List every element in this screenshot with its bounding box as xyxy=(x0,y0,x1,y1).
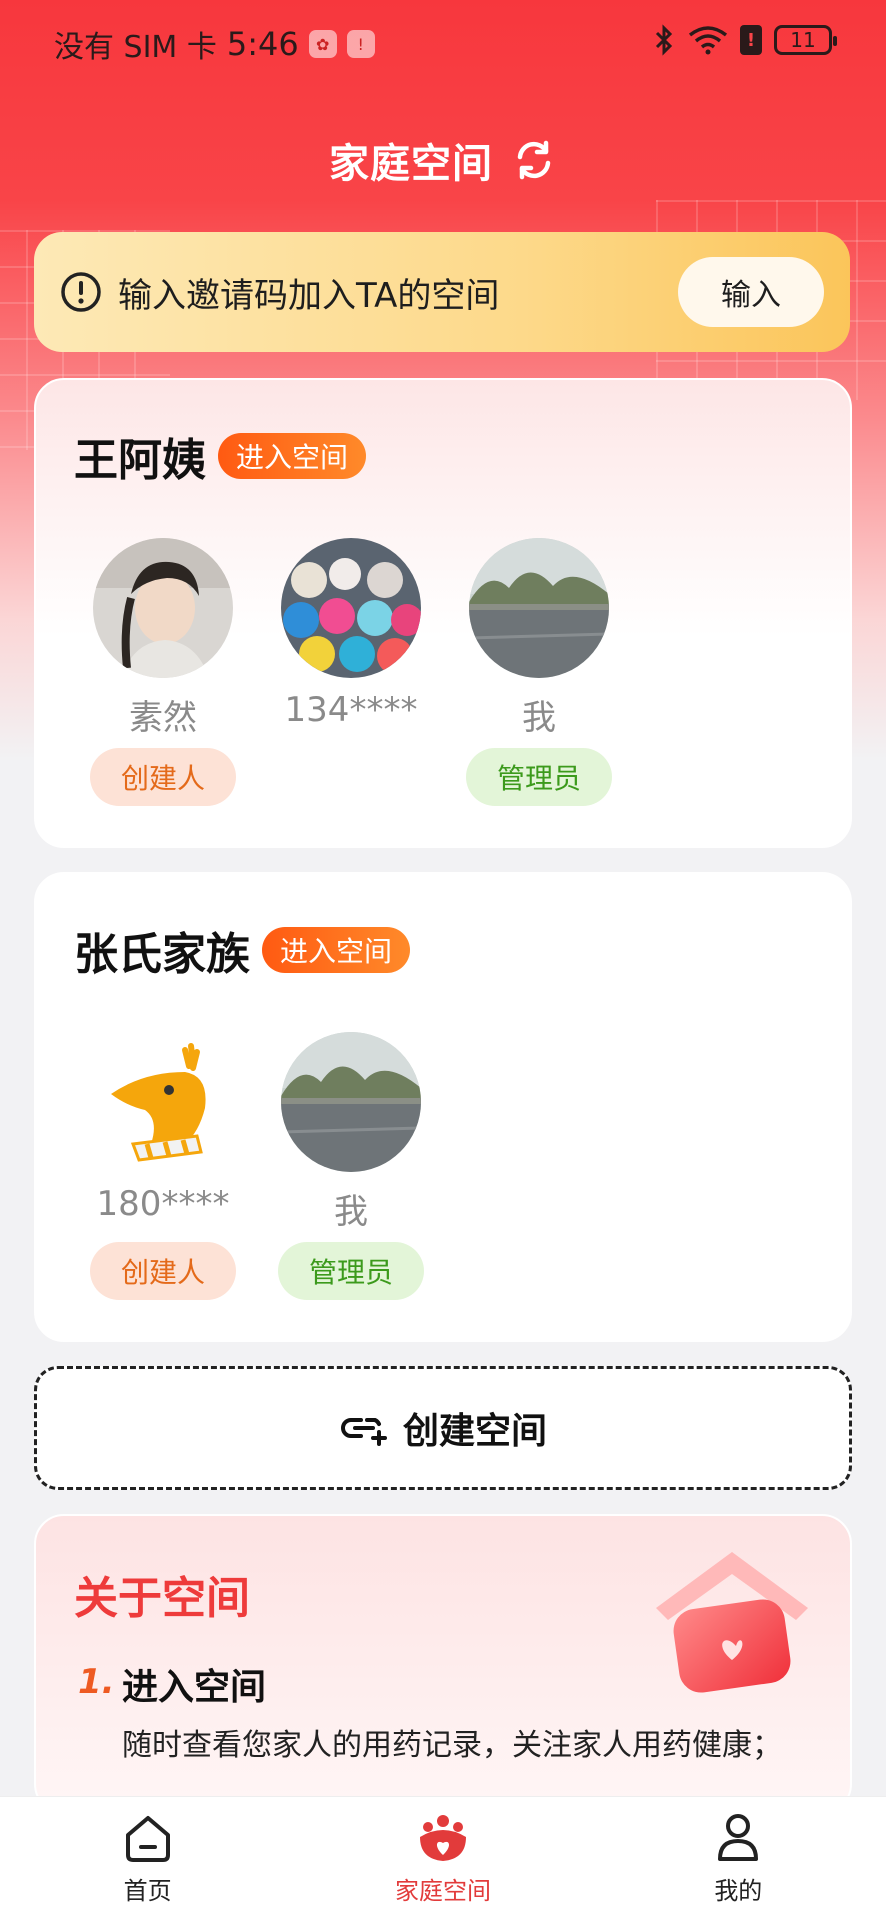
member-item[interactable]: 素然 创建人 xyxy=(90,538,236,806)
step-number: 1. xyxy=(78,1662,115,1702)
home-icon xyxy=(125,1816,170,1862)
invite-text: 输入邀请码加入TA的空间 xyxy=(118,275,500,316)
invite-banner: 输入邀请码加入TA的空间 输入 xyxy=(34,232,850,352)
bluetooth-icon xyxy=(655,24,673,56)
page-header: 家庭空间 xyxy=(0,128,886,192)
create-space-label: 创建空间 xyxy=(402,1411,547,1452)
member-item[interactable]: 我 管理员 xyxy=(466,538,612,806)
page-title: 家庭空间 xyxy=(329,141,493,187)
invite-input-button[interactable]: 输入 xyxy=(678,257,824,327)
member-item[interactable]: 180**** 创建人 xyxy=(90,1032,236,1300)
about-title: 关于空间 xyxy=(74,1573,250,1624)
tab-family-space[interactable]: 家庭空间 xyxy=(343,1811,543,1906)
alert-notification-icon: ! xyxy=(346,30,375,58)
status-right: ! 11 xyxy=(652,24,837,56)
battery-icon: 11 xyxy=(774,25,837,55)
role-badge-creator: 创建人 xyxy=(90,1242,236,1300)
avatar xyxy=(281,538,421,678)
member-list: 180**** 创建人 我 管理员 xyxy=(90,1032,424,1300)
avatar xyxy=(469,538,609,678)
house-heart-icon xyxy=(656,1552,808,1693)
member-item[interactable]: 我 管理员 xyxy=(278,1032,424,1300)
member-name: 180**** xyxy=(96,1184,230,1224)
role-badge-creator: 创建人 xyxy=(90,748,236,806)
link-add-icon xyxy=(341,1418,387,1446)
member-name: 我 xyxy=(522,698,556,738)
member-item[interactable]: 134**** xyxy=(278,538,424,806)
family-icon xyxy=(419,1815,466,1861)
status-bar: 没有 SIM 卡 5:46 ✿ ! ! 11 xyxy=(0,0,886,84)
wifi-icon xyxy=(688,26,728,55)
member-list: 素然 创建人 134**** 我 管理员 xyxy=(90,538,612,806)
space-card-header: 张氏家族 进入空间 xyxy=(74,918,411,982)
tab-home[interactable]: 首页 xyxy=(48,1811,248,1906)
battery-alert-icon: ! xyxy=(740,25,762,55)
member-name: 素然 xyxy=(129,698,197,738)
bottom-tab-bar: 首页 家庭空间 我的 xyxy=(0,1796,886,1920)
avatar xyxy=(281,1032,421,1172)
tab-mine[interactable]: 我的 xyxy=(638,1811,838,1906)
enter-space-button[interactable]: 进入空间 xyxy=(218,433,367,479)
info-circle-icon xyxy=(61,272,101,312)
tab-label: 我的 xyxy=(714,1877,763,1905)
member-name: 我 xyxy=(334,1192,368,1232)
refresh-icon[interactable] xyxy=(511,137,557,183)
space-name: 王阿姨 xyxy=(74,435,206,486)
member-name: 134**** xyxy=(284,690,418,730)
clock: 5:46 xyxy=(226,25,299,63)
status-left: 没有 SIM 卡 5:46 ✿ ! xyxy=(54,22,375,66)
space-card: 张氏家族 进入空间 180**** 创建人 我 管理员 xyxy=(34,872,852,1342)
deer-avatar-icon xyxy=(93,1032,233,1172)
space-card-header: 王阿姨 进入空间 xyxy=(74,424,367,488)
step-title: 进入空间 xyxy=(122,1667,267,1708)
carrier-label: 没有 SIM 卡 xyxy=(54,30,217,65)
space-name: 张氏家族 xyxy=(74,929,250,980)
role-badge-admin: 管理员 xyxy=(466,748,612,806)
profile-icon xyxy=(718,1814,759,1861)
avatar xyxy=(93,538,233,678)
tab-label: 家庭空间 xyxy=(394,1877,491,1905)
enter-space-button[interactable]: 进入空间 xyxy=(262,927,411,973)
app-notification-icon: ✿ xyxy=(308,30,337,58)
space-card: 王阿姨 进入空间 素然 创建人 134**** 我 管理员 xyxy=(34,378,852,848)
about-section: 关于空间 1. 进入空间 随时查看您家人的用药记录，关注家人用药健康； xyxy=(34,1514,852,1814)
create-space-button[interactable]: 创建空间 xyxy=(34,1366,852,1490)
tab-label: 首页 xyxy=(123,1877,172,1905)
step-description: 随时查看您家人的用药记录，关注家人用药健康； xyxy=(122,1728,782,1763)
battery-level: 11 xyxy=(790,28,816,52)
role-badge-admin: 管理员 xyxy=(278,1242,424,1300)
